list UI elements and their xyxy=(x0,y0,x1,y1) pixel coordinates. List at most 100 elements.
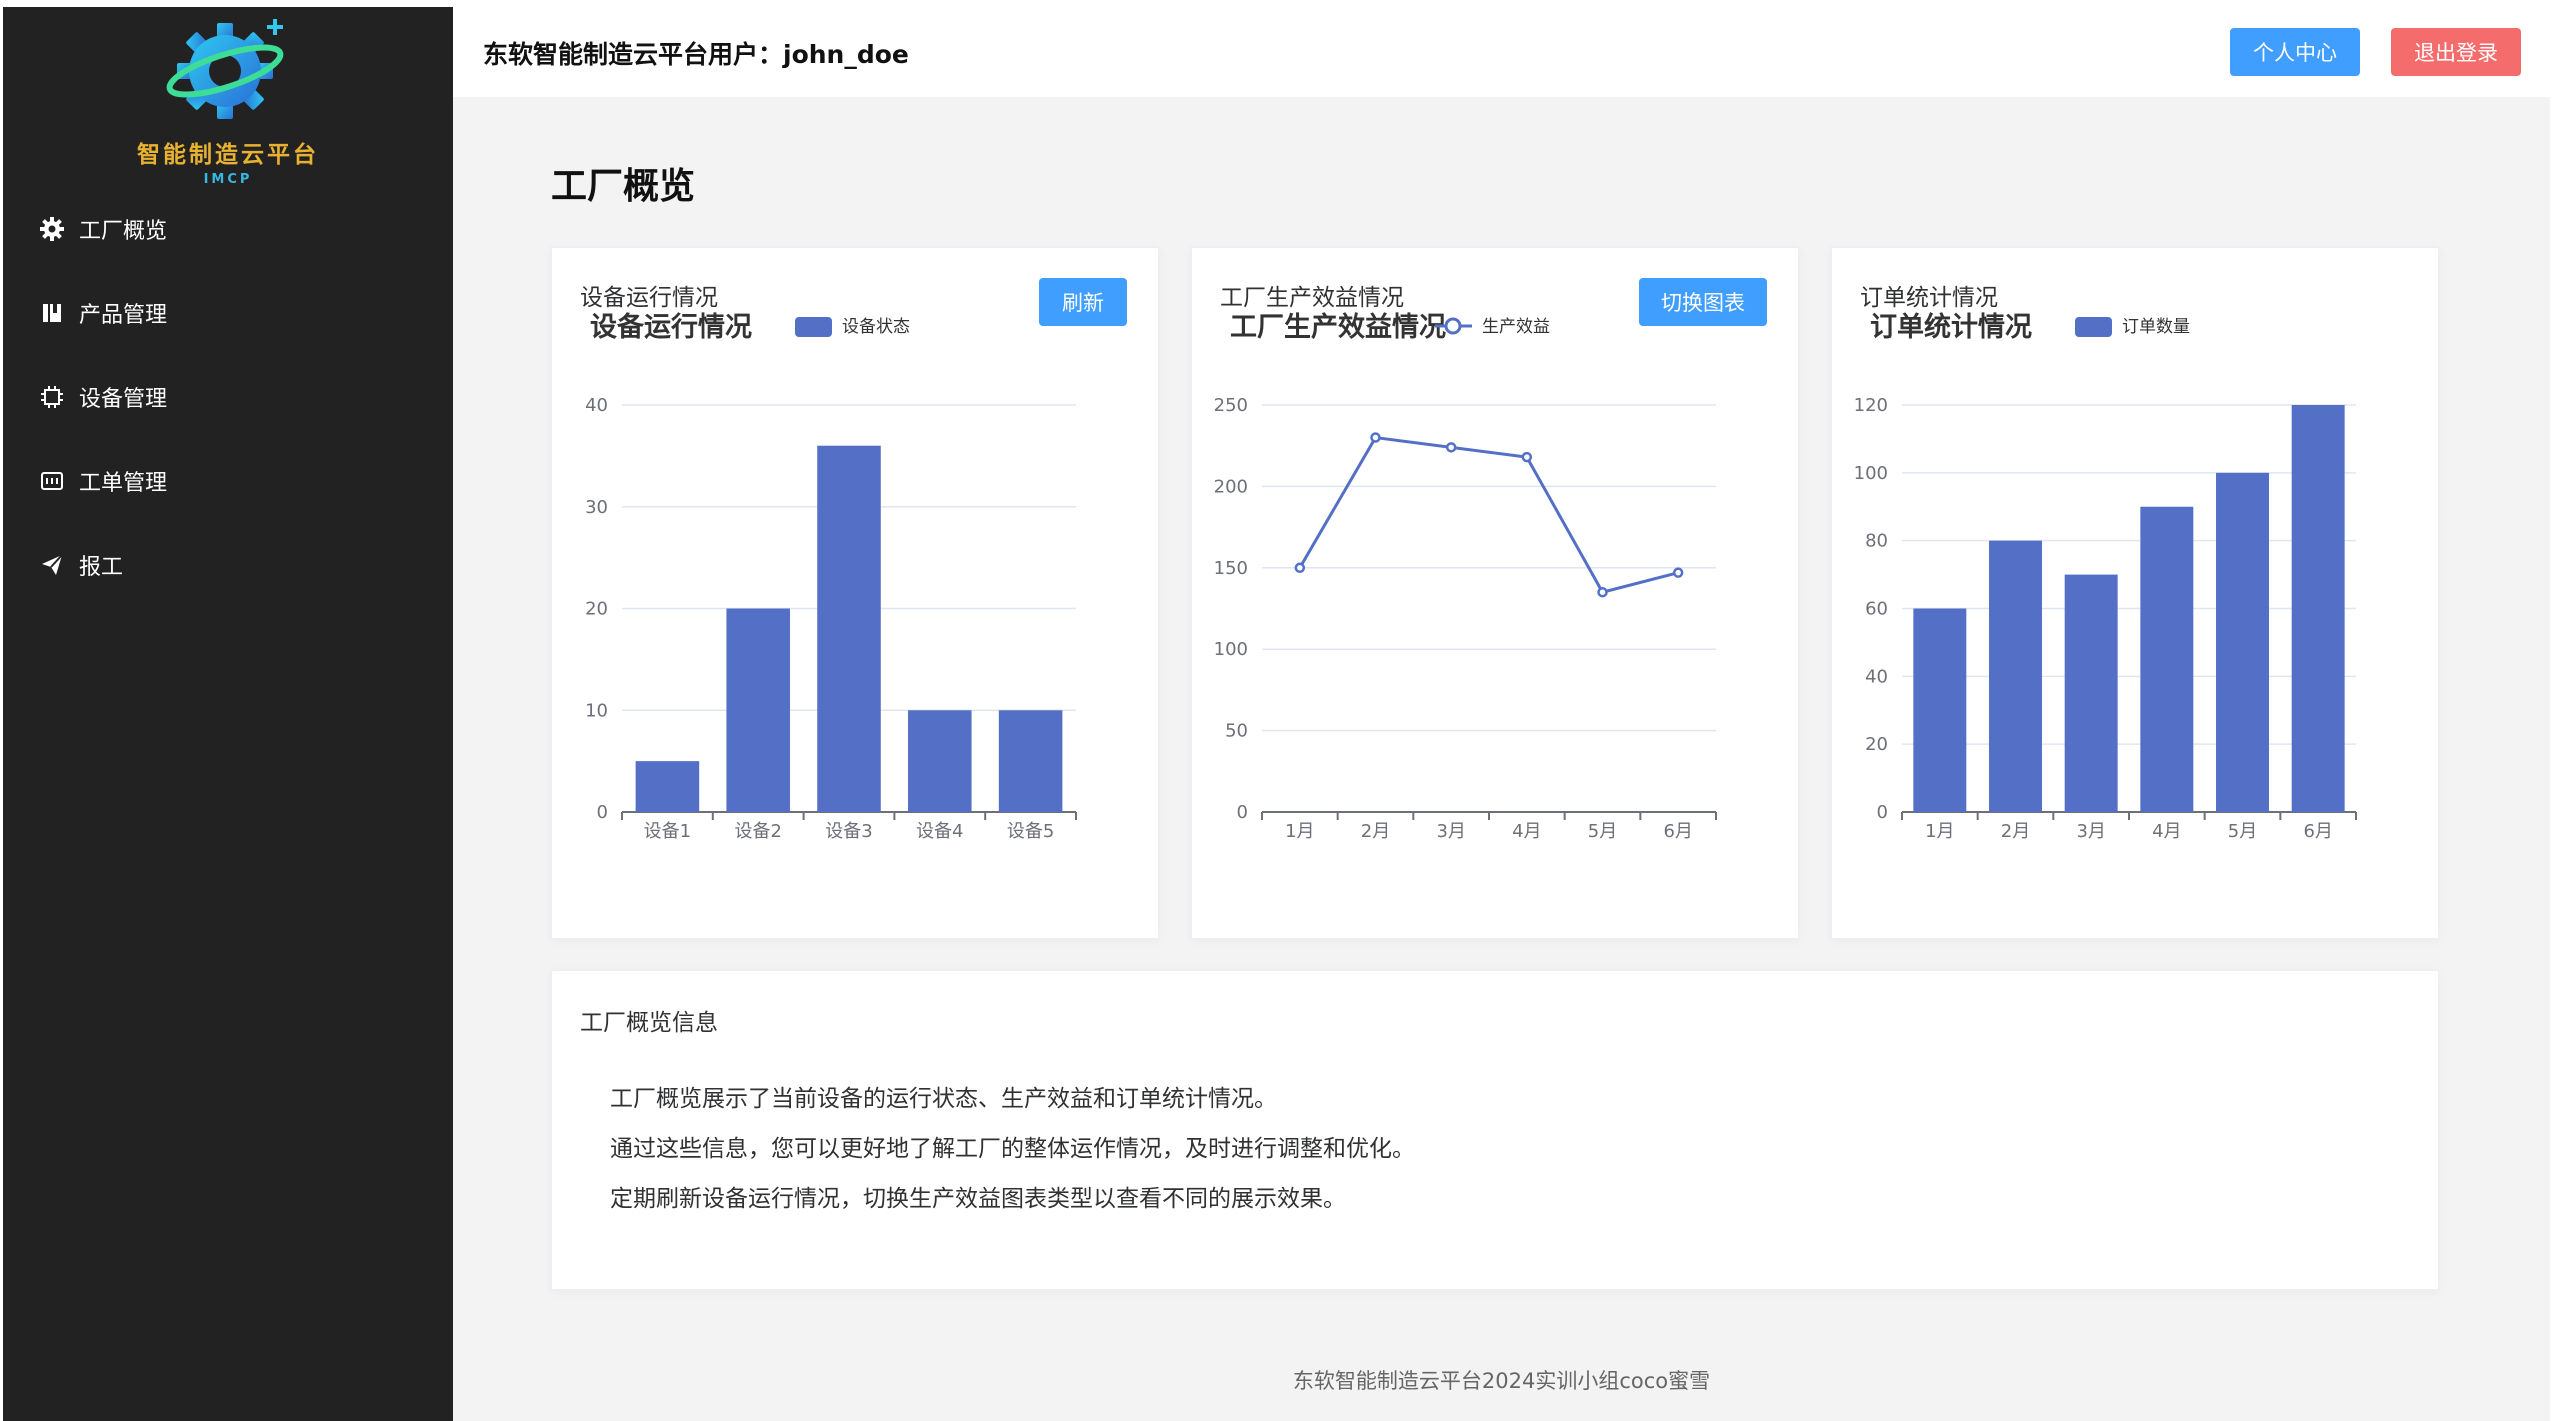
sidebar-item-equipment-management[interactable]: 设备管理 xyxy=(39,377,419,417)
footer: 东软智能制造云平台2024实训小组coco蜜雪 xyxy=(1292,1369,1711,1393)
gear-icon xyxy=(39,216,65,242)
bar xyxy=(2291,405,2345,812)
chip-icon xyxy=(39,384,65,410)
x-tick-label: 6月 xyxy=(1663,821,1692,842)
sidebar-item-label: 工厂概览 xyxy=(79,219,168,244)
legend-label: 设备状态 xyxy=(842,317,910,337)
legend-label: 订单数量 xyxy=(2122,317,2190,337)
y-tick-label: 60 xyxy=(1865,599,1888,620)
sidebar-item-label: 报工 xyxy=(79,555,124,580)
sidebar-item-report-work[interactable]: 报工 xyxy=(39,545,419,585)
bar xyxy=(1989,540,2042,812)
profile-button[interactable]: 个人中心 xyxy=(2230,28,2360,76)
x-tick-label: 5月 xyxy=(1588,821,1617,842)
chart-title: 工厂生产效益情况 xyxy=(1230,312,1446,343)
y-tick-label: 40 xyxy=(585,395,608,416)
bar xyxy=(1913,608,1967,812)
logo-title: 智能制造云平台 xyxy=(137,142,319,168)
factory-info-card: 工厂概览信息 工厂概览展示了当前设备的运行状态、生产效益和订单统计情况。 通过这… xyxy=(551,970,2439,1290)
info-line: 工厂概览展示了当前设备的运行状态、生产效益和订单统计情况。 xyxy=(610,1086,1277,1112)
legend-swatch xyxy=(795,317,832,337)
y-tick-label: 150 xyxy=(1214,558,1248,579)
data-point xyxy=(1294,562,1306,574)
x-tick-label: 2月 xyxy=(1361,821,1390,842)
y-tick-label: 100 xyxy=(1214,639,1248,660)
y-tick-label: 0 xyxy=(1237,802,1248,823)
sidebar: 智能制造云平台 IMCP 工厂概览 产品管理 设备管理 工单管理 报工 xyxy=(3,7,453,1421)
bar xyxy=(2064,574,2118,812)
chart-title: 订单统计情况 xyxy=(1870,311,2032,343)
top-header: 东软智能制造云平台用户：john_doe 个人中心 退出登录 xyxy=(453,7,2550,97)
y-tick-label: 0 xyxy=(597,802,608,823)
data-point xyxy=(1521,451,1533,463)
y-tick-label: 200 xyxy=(1214,476,1248,497)
sidebar-item-product-management[interactable]: 产品管理 xyxy=(39,293,419,333)
sidebar-item-label: 产品管理 xyxy=(79,303,168,328)
legend-swatch xyxy=(2075,317,2112,337)
x-tick-label: 1月 xyxy=(1925,821,1954,842)
production-benefit-card: 工厂生产效益情况 切换图表 工厂生产效益情况 生产效益 0 50 100 150 200 25… xyxy=(1191,247,1799,939)
info-line: 定期刷新设备运行情况，切换生产效益图表类型以查看不同的展示效果。 xyxy=(610,1186,1346,1212)
bar xyxy=(998,710,1063,812)
series-line xyxy=(1298,435,1679,594)
y-tick-label: 80 xyxy=(1865,531,1888,552)
equipment-status-card: 设备运行情况 刷新 设备运行情况 设备状态 0 10 20 30 40 设备1 设备2 设备3 设备… xyxy=(551,247,1159,939)
bar xyxy=(2140,506,2194,812)
x-tick-label: 3月 xyxy=(1436,821,1465,842)
y-tick-label: 20 xyxy=(585,599,608,620)
x-tick-label: 6月 xyxy=(2303,821,2332,842)
bar xyxy=(726,608,790,812)
user-greeting: 东软智能制造云平台用户：john_doe xyxy=(483,40,909,69)
data-point xyxy=(1597,586,1608,598)
logout-button[interactable]: 退出登录 xyxy=(2391,28,2521,76)
ticket-icon xyxy=(39,468,65,494)
logo: 智能制造云平台 IMCP xyxy=(3,7,453,197)
logo-subtitle: IMCP xyxy=(203,172,253,187)
y-tick-label: 0 xyxy=(1877,802,1888,823)
sidebar-item-label: 工单管理 xyxy=(79,471,168,496)
x-tick-label: 4月 xyxy=(2152,821,2181,842)
send-icon xyxy=(39,552,65,578)
page-title: 工厂概览 xyxy=(551,166,696,207)
x-tick-label: 设备1 xyxy=(644,821,691,842)
book-icon xyxy=(39,300,65,326)
x-tick-label: 3月 xyxy=(2076,821,2105,842)
y-tick-label: 20 xyxy=(1865,734,1888,755)
data-point xyxy=(1370,432,1381,443)
y-tick-label: 120 xyxy=(1854,395,1888,416)
bar xyxy=(635,761,700,812)
data-point xyxy=(1445,442,1457,453)
x-tick-label: 设备5 xyxy=(1007,821,1054,842)
logo-gear-icon xyxy=(166,19,284,119)
y-tick-label: 50 xyxy=(1225,721,1248,742)
bar xyxy=(817,445,881,812)
sidebar-item-label: 设备管理 xyxy=(79,387,168,412)
y-tick-label: 40 xyxy=(1865,666,1888,687)
legend-marker xyxy=(1444,317,1462,335)
sidebar-item-factory-overview[interactable]: 工厂概览 xyxy=(39,209,419,249)
x-tick-label: 2月 xyxy=(2001,821,2030,842)
x-tick-label: 设备2 xyxy=(734,821,781,842)
main-content: 东软智能制造云平台用户：john_doe 个人中心 退出登录 工厂概览 设备运行… xyxy=(453,7,2550,1421)
info-line: 通过这些信息，您可以更好地了解工厂的整体运作情况，及时进行调整和优化。 xyxy=(610,1136,1415,1162)
x-tick-label: 1月 xyxy=(1285,821,1314,842)
chart-title: 设备运行情况 xyxy=(590,311,752,343)
y-tick-label: 10 xyxy=(585,700,608,721)
x-tick-label: 4月 xyxy=(1512,821,1541,842)
y-tick-label: 250 xyxy=(1214,395,1248,416)
x-tick-label: 设备3 xyxy=(825,821,872,842)
data-point xyxy=(1672,567,1684,578)
sidebar-item-work-order-management[interactable]: 工单管理 xyxy=(39,461,419,501)
y-tick-label: 100 xyxy=(1854,463,1888,484)
bar xyxy=(908,710,972,812)
info-title: 工厂概览信息 xyxy=(580,1010,718,1036)
y-tick-label: 30 xyxy=(585,497,608,518)
bar xyxy=(2216,472,2269,812)
order-statistics-card: 订单统计情况 订单统计情况 订单数量 0 20 40 60 80 100 120 1月 2月 3月 4月… xyxy=(1831,247,2439,939)
x-tick-label: 设备4 xyxy=(916,821,963,842)
legend-label: 生产效益 xyxy=(1482,317,1550,337)
production-benefit-chart: 工厂生产效益情况 生产效益 0 50 100 150 200 250 1月 2月 3月 4月 5月 6月 xyxy=(1214,312,1717,842)
x-tick-label: 5月 xyxy=(2228,821,2257,842)
order-statistics-chart: 订单统计情况 订单数量 0 20 40 60 80 100 120 1月 2月 3月 4月 5月 6月 xyxy=(1854,311,2357,842)
equipment-status-chart: 设备运行情况 设备状态 0 10 20 30 40 设备1 设备2 设备3 设备4 设备5 xyxy=(585,311,1077,842)
